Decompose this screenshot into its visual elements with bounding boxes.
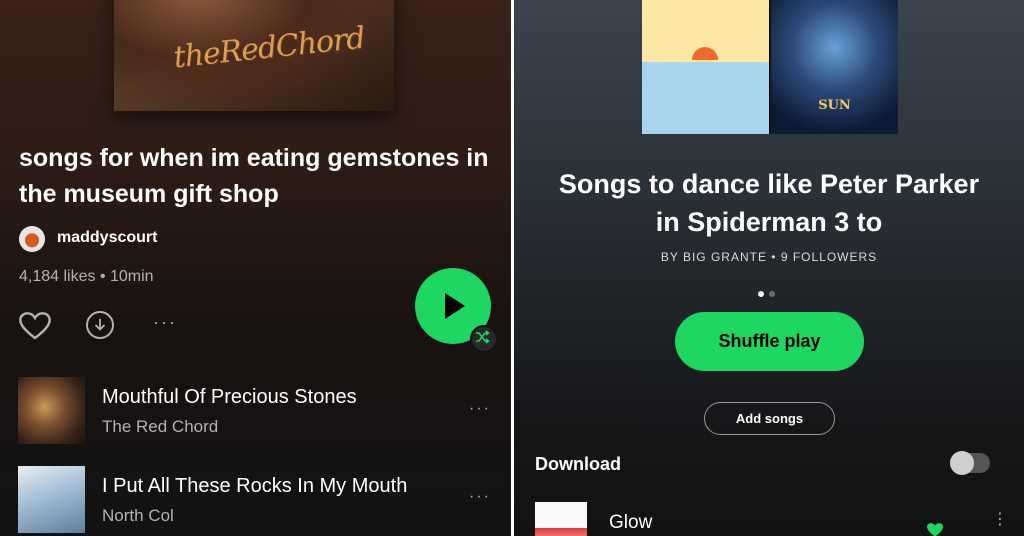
toggle-knob (950, 451, 974, 475)
track-artist: The Red Chord (102, 417, 219, 436)
heart-icon[interactable] (19, 311, 51, 341)
download-label: Download (535, 454, 621, 474)
left-playlist-panel: theRedChord songs for when im eating gem… (0, 0, 511, 536)
owner-name[interactable]: maddyscourt (57, 229, 157, 247)
track-more-button[interactable]: ··· (469, 488, 491, 506)
cover-art-text: theRedChord (171, 20, 367, 76)
track-album-art (535, 502, 587, 536)
more-options-button[interactable]: ··· (153, 312, 177, 333)
shuffle-play-button[interactable]: Shuffle play (675, 312, 864, 371)
track-album-art (18, 377, 85, 444)
owner-avatar[interactable] (19, 226, 45, 252)
track-artist: North Col (102, 506, 174, 525)
right-playlist-panel: SUN Songs to dance like Peter Parker in … (514, 0, 1024, 536)
playlist-cover-art: theRedChord (114, 0, 394, 111)
page-dot (769, 291, 775, 297)
shuffle-badge[interactable] (470, 325, 498, 353)
page-indicator (758, 284, 780, 302)
track-album-art (18, 466, 85, 533)
track-more-button[interactable]: ⋮ (992, 512, 1008, 528)
track-more-button[interactable]: ··· (469, 400, 491, 418)
playlist-meta: 4,184 likes • 10min (19, 268, 154, 285)
track-title[interactable]: Glow (609, 512, 652, 534)
download-arrow-icon (94, 319, 106, 331)
shuffle-icon (476, 330, 490, 344)
download-button[interactable] (86, 311, 114, 339)
playlist-title: songs for when im eating gemstones in th… (19, 144, 489, 208)
liked-heart-icon[interactable] (926, 522, 944, 536)
playlist-title: Songs to dance like Peter Parker in Spid… (558, 169, 980, 237)
cover-tile (642, 0, 769, 134)
track-title[interactable]: Mouthful Of Precious Stones (102, 386, 357, 409)
page-dot-active (758, 291, 764, 297)
playlist-cover-art: SUN (642, 0, 898, 134)
sun-graphic (692, 47, 718, 60)
cover-tile-text: SUN (818, 98, 851, 113)
add-songs-button[interactable]: Add songs (704, 402, 835, 435)
cover-tile: SUN (771, 0, 898, 134)
track-title[interactable]: I Put All These Rocks In My Mouth (102, 475, 407, 498)
download-toggle[interactable] (950, 451, 990, 475)
playlist-owner-meta: BY BIG GRANTE • 9 FOLLOWERS (660, 250, 878, 264)
